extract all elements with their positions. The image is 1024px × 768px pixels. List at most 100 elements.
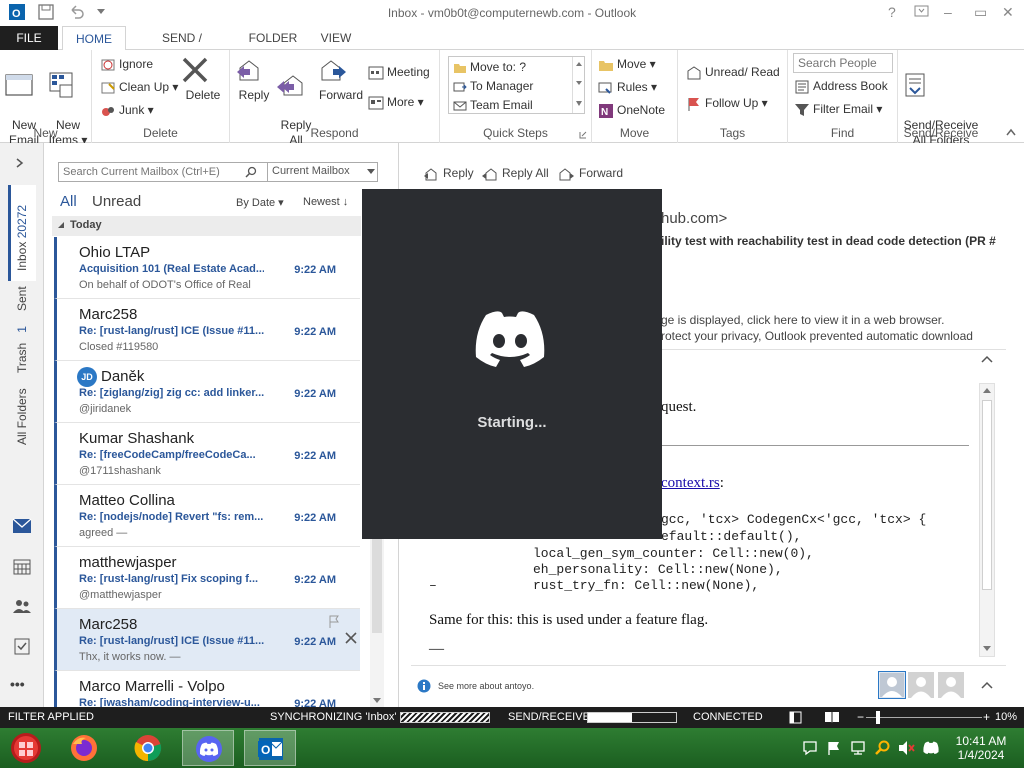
zoom-slider[interactable] [866, 717, 982, 718]
move-button[interactable]: Move ▾ [598, 55, 656, 73]
people-pane-note[interactable]: See more about antoyo. [438, 681, 534, 691]
filter-unread[interactable]: Unread [92, 193, 141, 210]
nav-all-folders[interactable]: All Folders [15, 388, 29, 445]
sort-by-dropdown[interactable]: By Date ▾ [236, 196, 284, 209]
zoom-in-button[interactable]: + [983, 710, 990, 724]
system-clock[interactable]: 10:41 AM 1/4/2024 [950, 734, 1012, 762]
contact-avatar[interactable] [938, 672, 964, 698]
collapse-ribbon-icon[interactable] [1006, 128, 1016, 136]
quick-step-team-email[interactable]: Team Email [453, 96, 533, 114]
list-item[interactable]: Ohio LTAP Acquisition 101 (Real Estate A… [54, 237, 360, 299]
sort-order-button[interactable]: Newest ↓ [303, 196, 348, 208]
minimize-button[interactable]: – [944, 4, 952, 20]
restore-button[interactable]: ▭ [974, 4, 987, 21]
body-scrollbar-thumb[interactable] [982, 400, 992, 590]
tasks-icon[interactable] [12, 637, 32, 655]
reply-button[interactable]: Reply [234, 56, 274, 103]
tray-search-icon[interactable] [874, 740, 890, 756]
more-respond-button[interactable]: More ▾ [368, 93, 424, 111]
rules-button[interactable]: Rules ▾ [598, 78, 657, 96]
list-item[interactable]: Marco Marrelli - Volpo Re: [iwasham/codi… [54, 671, 360, 710]
list-item-selected[interactable]: Marc258 Re: [rust-lang/rust] ICE (Issue … [54, 609, 360, 671]
normal-view-icon[interactable] [789, 711, 802, 724]
junk-button[interactable]: Junk ▾ [100, 101, 154, 119]
tray-discord-icon[interactable] [922, 740, 940, 756]
filter-email-button[interactable]: Filter Email ▾ [794, 100, 882, 118]
search-people-input[interactable] [793, 53, 893, 73]
address-book-button[interactable]: Address Book [794, 77, 888, 95]
list-item[interactable]: matthewjasper Re: [rust-lang/rust] Fix s… [54, 547, 360, 609]
tab-file[interactable]: FILE [0, 26, 58, 50]
reading-view-icon[interactable] [824, 710, 840, 724]
search-scope-dropdown[interactable]: Current Mailbox [267, 163, 378, 181]
group-header-today[interactable]: Today [52, 216, 361, 236]
quick-steps-scroll[interactable] [572, 57, 584, 113]
ribbon-display-options-icon[interactable] [914, 4, 930, 18]
taskbar-discord[interactable] [182, 730, 234, 766]
list-item[interactable]: Marc258 Re: [rust-lang/rust] ICE (Issue … [54, 299, 360, 361]
tray-flag-icon[interactable] [826, 740, 842, 756]
tab-view[interactable]: VIEW [314, 26, 358, 50]
web-view-notice[interactable]: ge is displayed, click here to view it i… [661, 313, 944, 327]
preview: Closed #119580 [79, 341, 159, 353]
code-line: local_gen_sym_counter: Cell::new(0), [533, 546, 814, 561]
forward-button[interactable]: Forward [318, 56, 364, 103]
tab-folder[interactable]: FOLDER [244, 26, 302, 50]
filter-all[interactable]: All [60, 193, 77, 210]
follow-up-button[interactable]: Follow Up ▾ [686, 94, 768, 112]
network-icon[interactable] [850, 740, 866, 756]
contact-avatar[interactable] [878, 671, 906, 699]
quick-step-move-to[interactable]: Move to: ? [453, 58, 526, 76]
mail-icon[interactable] [12, 518, 32, 534]
scroll-down-icon[interactable] [983, 646, 991, 652]
zoom-out-button[interactable]: − [857, 710, 864, 724]
collapse-header-icon[interactable] [981, 355, 993, 363]
subject: Re: [rust-lang/rust] ICE (Issue #11... [79, 635, 264, 647]
contact-avatar[interactable] [908, 672, 934, 698]
zoom-slider-thumb[interactable] [875, 711, 880, 724]
volume-muted-icon[interactable] [898, 740, 916, 756]
nav-trash[interactable]: Trash 1 [15, 326, 29, 373]
close-button[interactable]: ✕ [1002, 4, 1014, 21]
tab-send-receive[interactable]: SEND / RECEIVE [134, 26, 230, 69]
list-item[interactable]: Kumar Shashank Re: [freeCodeCamp/freeCod… [54, 423, 360, 485]
search-mailbox-input[interactable] [59, 163, 264, 181]
scroll-up-icon[interactable] [983, 388, 991, 394]
expand-folder-pane-icon[interactable] [14, 157, 26, 169]
dialog-launcher-icon[interactable] [579, 131, 587, 139]
calendar-icon[interactable] [12, 559, 32, 575]
taskbar-chrome[interactable] [122, 730, 174, 766]
clean-up-button[interactable]: Clean Up ▾ [100, 78, 178, 96]
unread-read-button[interactable]: Unread/ Read [686, 63, 780, 81]
delete-button[interactable]: Delete [180, 56, 226, 103]
start-button[interactable] [6, 730, 46, 766]
onenote-button[interactable]: N OneNote [598, 101, 665, 119]
scroll-down-icon[interactable] [373, 698, 381, 704]
action-center-icon[interactable] [802, 740, 818, 756]
ignore-button[interactable]: Ignore [100, 55, 153, 73]
body-scrollbar[interactable] [979, 383, 995, 657]
help-button[interactable]: ? [888, 4, 896, 20]
group-quick-steps-label: Quick Steps [483, 126, 548, 140]
trash-count: 1 [15, 326, 29, 333]
quick-step-to-manager[interactable]: To Manager [453, 77, 533, 95]
more-nav-button[interactable]: ••• [10, 676, 25, 692]
folder-pane-collapsed: Inbox 20272 Sent Trash 1 All Folders ••• [0, 143, 44, 707]
delete-item-icon[interactable] [344, 631, 358, 645]
zoom-level[interactable]: 10% [995, 711, 1017, 723]
list-item[interactable]: Matteo Collina Re: [nodejs/node] Revert … [54, 485, 360, 547]
team-email-icon [453, 99, 467, 113]
download-notice[interactable]: rotect your privacy, Outlook prevented a… [661, 329, 973, 343]
meeting-button[interactable]: Meeting [368, 63, 430, 81]
taskbar-firefox[interactable] [58, 730, 110, 766]
expand-people-pane-icon[interactable] [981, 681, 993, 689]
flag-outline-icon[interactable] [328, 615, 340, 629]
tab-home[interactable]: HOME [62, 26, 126, 51]
search-icon[interactable] [245, 166, 257, 178]
body-link[interactable]: context.rs [661, 475, 720, 491]
nav-sent[interactable]: Sent [15, 286, 29, 311]
status-filter-applied[interactable]: FILTER APPLIED [8, 711, 94, 723]
list-item[interactable]: JD Daněk Re: [ziglang/zig] zig cc: add l… [54, 361, 360, 423]
taskbar-outlook[interactable]: O [244, 730, 296, 766]
people-icon[interactable] [12, 598, 32, 614]
